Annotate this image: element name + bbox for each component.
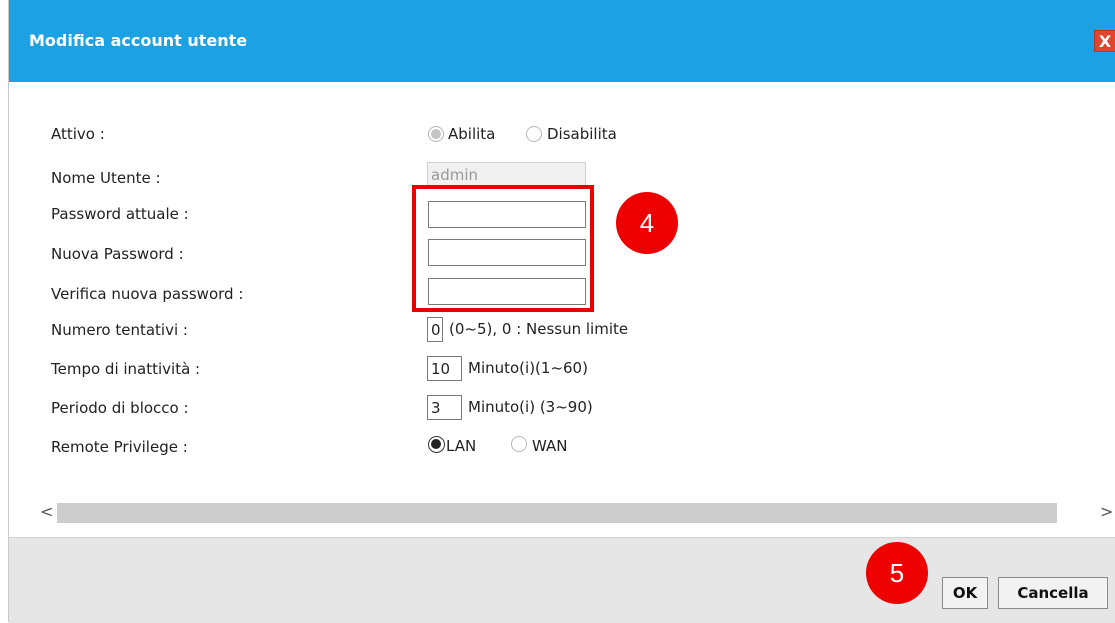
- edit-user-dialog: Modifica account utente X Attivo : Abili…: [8, 0, 1115, 623]
- remote-wan-label: WAN: [532, 437, 568, 455]
- horizontal-scrollbar[interactable]: < >: [27, 500, 1115, 526]
- highlight-box: [412, 185, 594, 312]
- attempts-hint: (0~5), 0 : Nessun limite: [449, 320, 629, 338]
- active-label: Attivo :: [51, 125, 105, 143]
- idle-field[interactable]: 10: [427, 356, 462, 381]
- dialog-title: Modifica account utente: [29, 31, 248, 50]
- active-disable-label: Disabilita: [547, 125, 617, 143]
- attempts-field[interactable]: 0: [427, 317, 443, 342]
- lockout-label: Periodo di blocco :: [51, 399, 189, 417]
- active-enable-radio[interactable]: [428, 126, 444, 142]
- lockout-hint: Minuto(i) (3~90): [468, 398, 593, 416]
- idle-label: Tempo di inattività :: [51, 360, 201, 378]
- idle-hint: Minuto(i)(1~60): [468, 359, 588, 377]
- dialog-titlebar: Modifica account utente X: [9, 0, 1115, 82]
- lockout-field[interactable]: 3: [427, 395, 462, 420]
- new-password-label: Nuova Password :: [51, 245, 184, 263]
- active-disable-radio[interactable]: [526, 126, 542, 142]
- step-4-badge: 4: [616, 192, 678, 254]
- remote-lan-radio[interactable]: [428, 436, 445, 453]
- username-label: Nome Utente :: [51, 169, 161, 187]
- scrollbar-thumb[interactable]: [57, 503, 1057, 523]
- remote-wan-radio[interactable]: [511, 436, 527, 452]
- remote-privilege-label: Remote Privilege :: [51, 438, 188, 456]
- verify-password-label: Verifica nuova password :: [51, 285, 244, 303]
- ok-button[interactable]: OK: [942, 577, 988, 609]
- step-5-badge: 5: [866, 542, 928, 604]
- scroll-right-arrow-icon[interactable]: >: [1100, 502, 1113, 521]
- dialog-footer: 5 OK Cancella: [9, 537, 1115, 623]
- remote-lan-label: LAN: [446, 437, 477, 455]
- attempts-label: Numero tentativi :: [51, 321, 188, 339]
- current-password-label: Password attuale :: [51, 205, 189, 223]
- scroll-left-arrow-icon[interactable]: <: [40, 502, 53, 521]
- cancel-button[interactable]: Cancella: [998, 577, 1108, 609]
- close-button[interactable]: X: [1094, 30, 1115, 52]
- active-enable-label: Abilita: [448, 125, 496, 143]
